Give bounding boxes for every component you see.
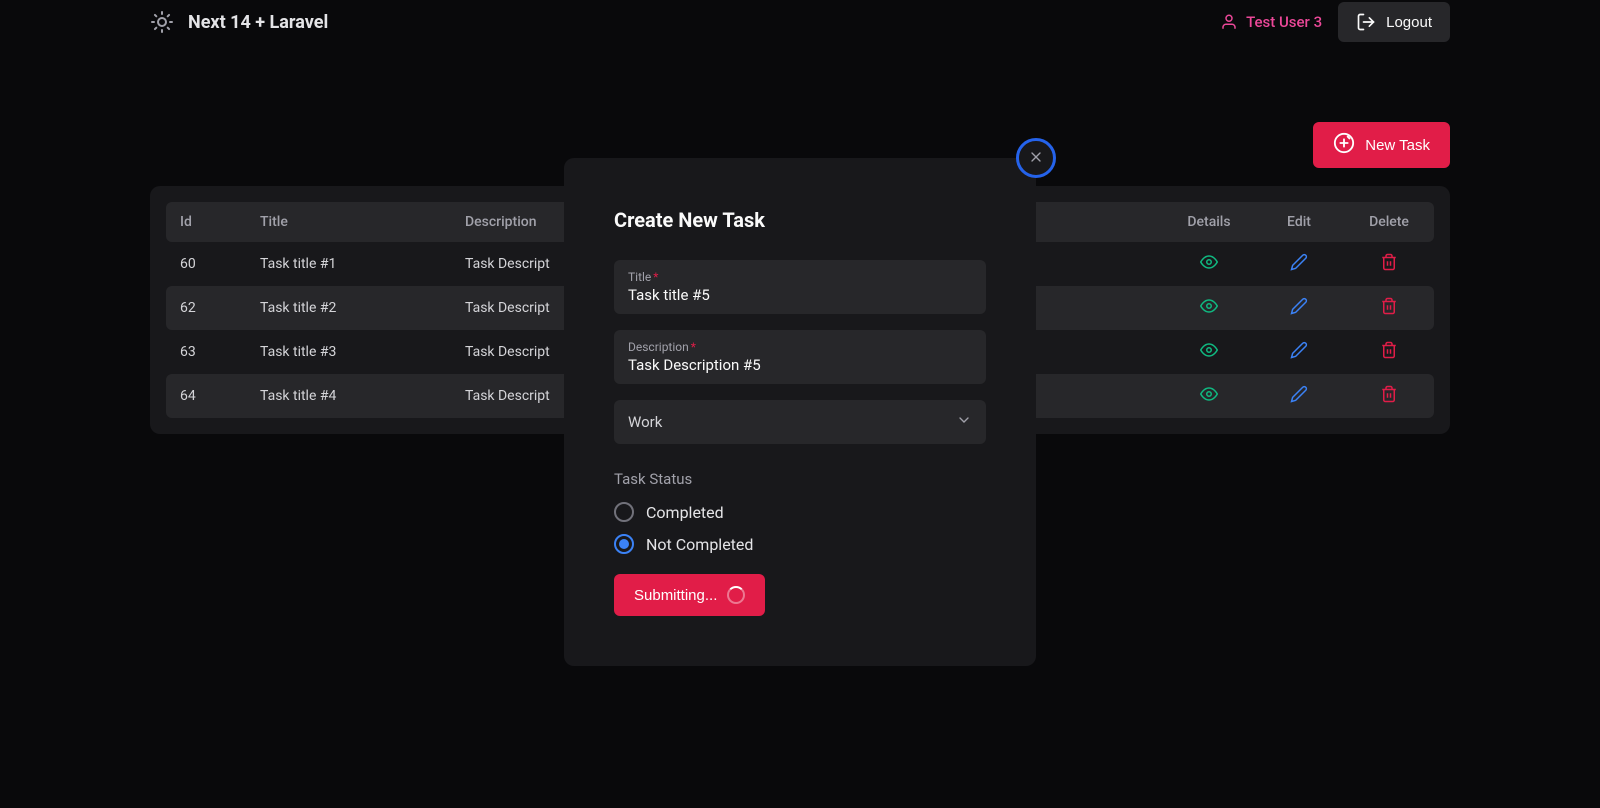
submit-button[interactable]: Submitting... [614,574,765,616]
required-mark: * [653,270,658,284]
submit-label: Submitting... [634,587,717,604]
title-field-value: Task title #5 [628,286,972,304]
app-title: Next 14 + Laravel [188,12,328,33]
eye-icon[interactable] [1200,385,1218,403]
user-info[interactable]: Test User 3 [1220,13,1322,31]
eye-icon[interactable] [1200,341,1218,359]
col-header-delete: Delete [1344,202,1434,242]
col-header-details: Details [1164,202,1254,242]
cell-id: 60 [166,242,246,286]
radio-completed[interactable]: Completed [614,502,986,522]
description-field[interactable]: Description * Task Description #5 [614,330,986,384]
new-task-button[interactable]: New Task [1313,122,1450,168]
cell-title: Task title #2 [246,286,451,330]
cell-id: 63 [166,330,246,374]
required-mark: * [691,340,696,354]
close-modal-button[interactable] [1016,138,1056,178]
title-field-label: Title [628,270,651,284]
trash-icon[interactable] [1380,253,1398,271]
category-select-value: Work [628,413,662,431]
eye-icon[interactable] [1200,297,1218,315]
trash-icon[interactable] [1380,297,1398,315]
trash-icon[interactable] [1380,385,1398,403]
spinner-icon [727,586,745,604]
new-task-label: New Task [1365,137,1430,154]
description-field-value: Task Description #5 [628,356,972,374]
cell-id: 64 [166,374,246,418]
radio-not-completed-label: Not Completed [646,535,753,554]
description-field-label: Description [628,340,689,354]
radio-completed-label: Completed [646,503,724,522]
user-icon [1220,13,1238,31]
cell-title: Task title #4 [246,374,451,418]
cell-title: Task title #3 [246,330,451,374]
logout-label: Logout [1386,14,1432,31]
close-icon [1028,149,1044,168]
pencil-icon[interactable] [1290,341,1308,359]
col-header-id: Id [166,202,246,242]
modal-title: Create New Task [614,208,986,232]
add-circle-icon [1333,132,1355,158]
chevron-down-icon [956,412,972,432]
logout-button[interactable]: Logout [1338,2,1450,42]
radio-icon [614,502,634,522]
eye-icon[interactable] [1200,253,1218,271]
logout-icon [1356,12,1376,32]
user-name: Test User 3 [1246,13,1322,31]
col-header-edit: Edit [1254,202,1344,242]
pencil-icon[interactable] [1290,253,1308,271]
category-select[interactable]: Work [614,400,986,444]
cell-title: Task title #1 [246,242,451,286]
title-field[interactable]: Title * Task title #5 [614,260,986,314]
radio-icon [614,534,634,554]
sun-icon[interactable] [150,10,174,34]
trash-icon[interactable] [1380,341,1398,359]
pencil-icon[interactable] [1290,385,1308,403]
radio-not-completed[interactable]: Not Completed [614,534,986,554]
task-status-heading: Task Status [614,470,986,488]
create-task-modal: Create New Task Title * Task title #5 De… [564,158,1036,666]
pencil-icon[interactable] [1290,297,1308,315]
col-header-title: Title [246,202,451,242]
cell-id: 62 [166,286,246,330]
